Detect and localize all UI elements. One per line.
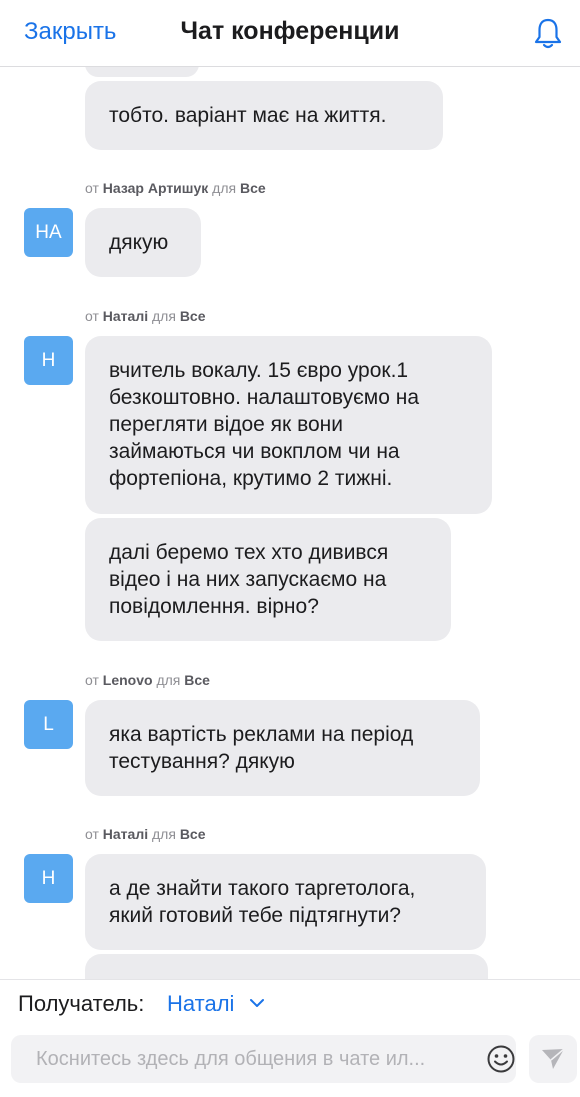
recipient-name: Все	[179, 308, 206, 324]
chat-messages[interactable]: тобто. варіант має на життя. от Назар Ар…	[0, 67, 580, 979]
chevron-down-icon[interactable]	[248, 996, 266, 1010]
message-text: дякую	[109, 231, 169, 254]
recipient-dropdown[interactable]: Наталі	[167, 991, 234, 1017]
composer: Коснитесь здесь для общения в чате ил...	[0, 1029, 580, 1097]
bell-icon[interactable]	[530, 16, 566, 52]
message-text: далі беремо тех хто дивився відео і на н…	[109, 541, 389, 618]
avatar: НА	[24, 208, 73, 257]
to-label: для	[152, 308, 176, 324]
from-label: от	[85, 180, 99, 196]
message-bubble-partial	[85, 67, 199, 77]
from-label: от	[85, 308, 99, 324]
close-button[interactable]: Закрыть	[24, 18, 116, 46]
message-input[interactable]: Коснитесь здесь для общения в чате ил...	[11, 1035, 516, 1083]
message-bubble: далі беремо тех хто дивився відео і на н…	[85, 518, 451, 641]
recipient-label: Получатель:	[18, 991, 145, 1016]
smiley-icon[interactable]	[486, 1044, 516, 1074]
sender-name: Наталі	[102, 308, 149, 324]
header: Закрыть Чат конференции	[0, 0, 580, 67]
sender-name: Lenovo	[102, 672, 153, 688]
to-label: для	[156, 672, 181, 688]
message-meta: от Lenovo для Все	[85, 672, 210, 688]
message-text: а де знайти такого таргетолога, який гот…	[109, 877, 416, 927]
message-bubble: яка вартість реклами на період тестуванн…	[85, 700, 480, 796]
message-bubble: дякую	[85, 208, 201, 277]
sender-name: Назар Артишук	[102, 180, 209, 196]
message-bubble: тобто. варіант має на життя.	[85, 81, 443, 150]
conference-chat-screen: Закрыть Чат конференции тобто. варіант м…	[0, 0, 580, 1097]
input-placeholder: Коснитесь здесь для общения в чате ил...	[36, 1048, 426, 1070]
from-label: от	[85, 826, 99, 842]
message-meta: от Назар Артишук для Все	[85, 180, 266, 196]
avatar: L	[24, 700, 73, 749]
sender-name: Наталі	[102, 826, 149, 842]
recipient-name: Все	[179, 826, 206, 842]
message-meta: от Наталі для Все	[85, 308, 206, 324]
send-button[interactable]	[529, 1035, 577, 1083]
to-label: для	[152, 826, 176, 842]
message-meta: от Наталі для Все	[85, 826, 206, 842]
recipient-selector: Получатель: Наталі	[0, 979, 580, 1029]
message-text: яка вартість реклами на період тестуванн…	[109, 723, 414, 773]
recipient-name: Все	[239, 180, 266, 196]
message-text: тобто. варіант має на життя.	[109, 104, 387, 127]
from-label: от	[85, 672, 99, 688]
to-label: для	[212, 180, 237, 196]
message-bubble: вчитель вокалу. 15 євро урок.1 безкоштов…	[85, 336, 492, 514]
recipient-name: Все	[184, 672, 210, 688]
message-bubble: а де знайти такого таргетолога, який гот…	[85, 854, 486, 950]
message-text: вчитель вокалу. 15 євро урок.1 безкоштов…	[109, 359, 420, 490]
avatar: Н	[24, 854, 73, 903]
message-bubble-partial	[85, 954, 488, 979]
avatar: Н	[24, 336, 73, 385]
